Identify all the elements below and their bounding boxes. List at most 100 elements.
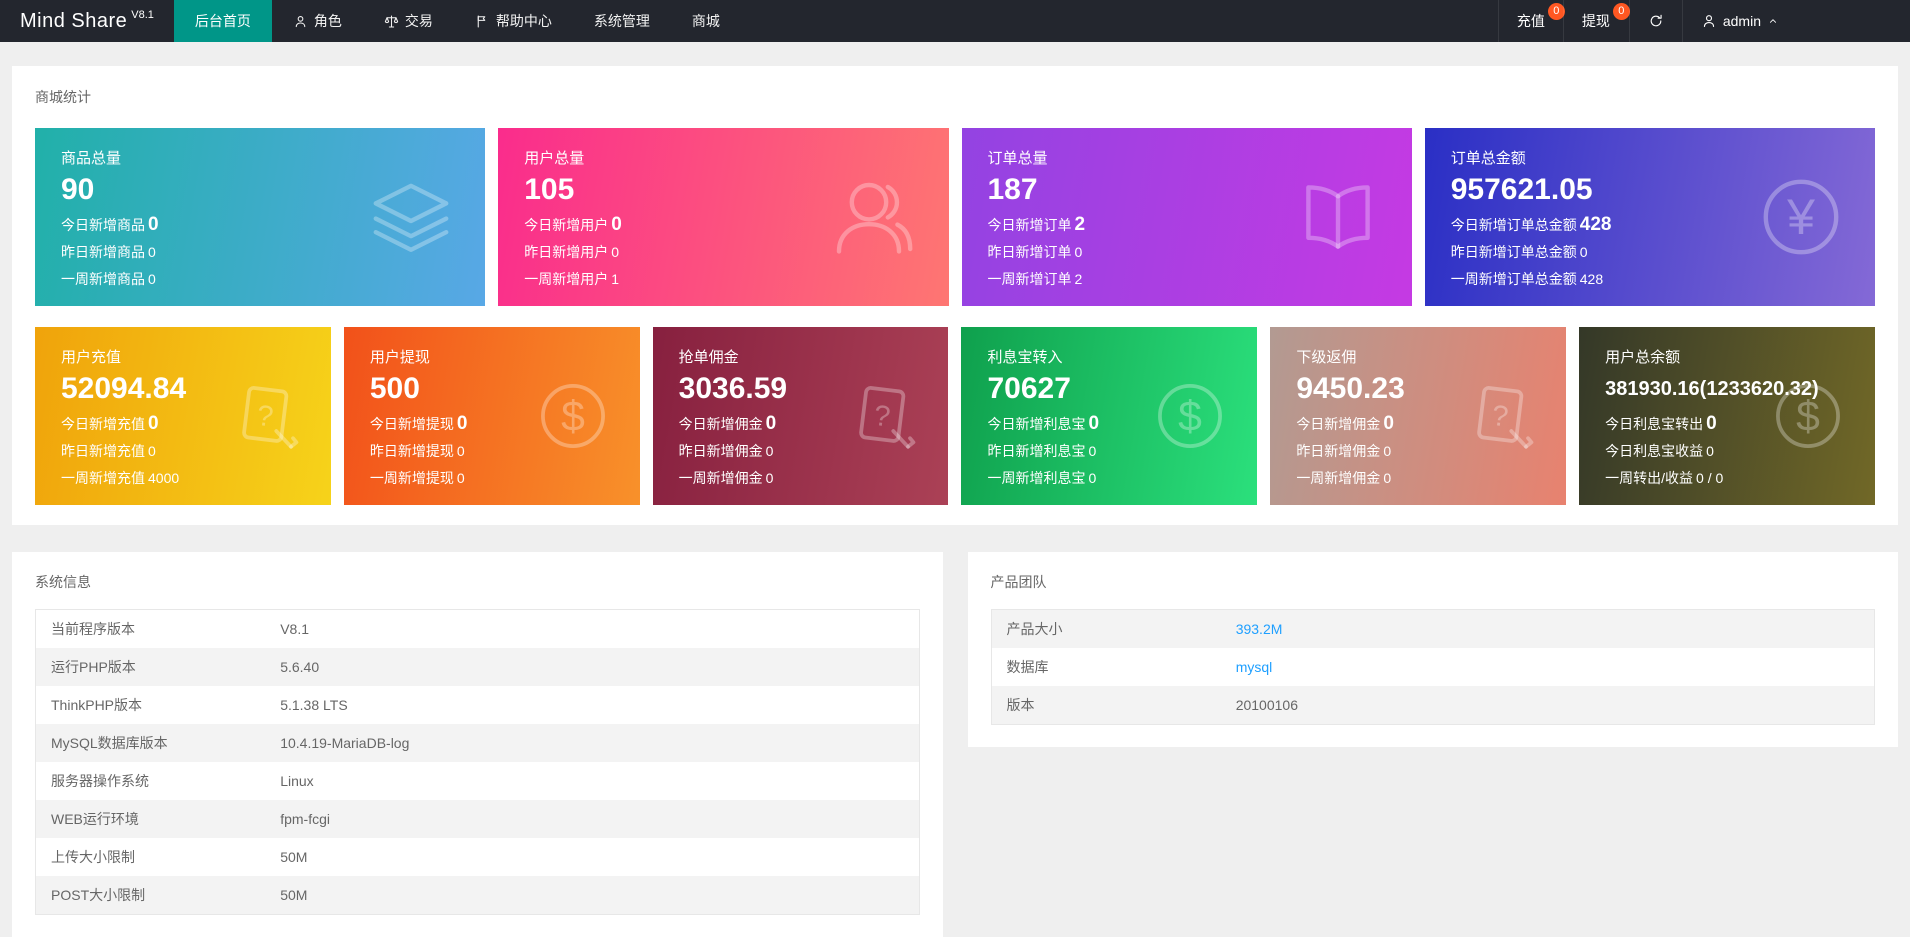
svg-text:?: ? [1490, 400, 1510, 434]
stat-line-label: 一周新增商品 [61, 271, 145, 287]
stat-line-value: 4000 [148, 470, 180, 486]
info-row-value: 10.4.19-MariaDB-log [280, 735, 410, 751]
stat-line-label: 一周转出/收益 [1605, 470, 1694, 486]
stat-line-label: 今日新增佣金 [1296, 416, 1381, 432]
user-menu[interactable]: admin [1681, 0, 1798, 42]
stat-line-value: 428 [1579, 271, 1604, 287]
info-row-value: mysql [1221, 648, 1875, 686]
stat-line-value: 0 [148, 443, 156, 459]
stat-card-title: 商品总量 [61, 150, 122, 167]
svg-text:$: $ [1796, 392, 1820, 440]
stat-line-label: 今日新增提现 [369, 416, 454, 432]
nav-item-6[interactable]: 商城 [671, 0, 741, 42]
nav-item-5[interactable]: 系统管理 [573, 0, 671, 42]
user-icon [295, 15, 306, 27]
stat-line-value: 2 [1074, 271, 1083, 287]
topbar-action-2[interactable]: 提现 0 [1562, 0, 1630, 42]
dollar-circle-icon: $ [1776, 384, 1840, 448]
svg-text:$: $ [1178, 392, 1202, 440]
system-info-row: 当前程序版本 V8.1 [36, 610, 920, 649]
stat-line-label: 一周新增订单 [987, 271, 1072, 287]
stat-card-1-3: 订单总量 187 今日新增订单 2 昨日新增订单 0 一周新增订单 2 [961, 128, 1412, 306]
info-row-label: MySQL数据库版本 [51, 735, 168, 751]
stat-line-label: 昨日新增佣金 [1296, 443, 1381, 459]
user-icon [1703, 15, 1714, 28]
stat-card-2-2: 用户提现 500 今日新增提现 0 昨日新增提现 0 一周新增提现 0 $ [343, 327, 640, 505]
product-team-title: 产品团队 [990, 574, 1047, 590]
doc-question-icon: ? [1477, 386, 1534, 449]
book-icon [1305, 185, 1370, 249]
stat-line-value: 0 [148, 413, 159, 434]
info-value-link[interactable]: 393.2M [1236, 621, 1283, 637]
stat-line-label: 昨日新增订单总金额 [1450, 244, 1577, 260]
stat-line-label: 今日新增用户 [524, 217, 609, 233]
stat-line-value: 0 [1074, 244, 1083, 260]
stat-line-value: 0 [456, 470, 465, 486]
stat-line-value: 0 [148, 244, 156, 260]
stat-card-title: 抢单佣金 [678, 349, 739, 366]
svg-text:?: ? [255, 400, 275, 434]
chevron-up-icon [1769, 19, 1777, 23]
info-row-label: WEB运行环境 [51, 811, 139, 827]
stat-line-label: 一周新增订单总金额 [1450, 271, 1577, 287]
topbar-action-label: 充值 [1516, 13, 1545, 29]
stat-line-value: 1 [611, 271, 620, 287]
stat-card-line: 一周新增利息宝 0 [987, 465, 1257, 492]
mall-stats-panel: 商城统计 商品总量 90 今日新增商品 0 昨日新增商品 0 一周新增商品 0 用户总量 105 今… [12, 66, 1898, 525]
info-row-value: fpm-fcgi [280, 811, 330, 827]
stat-line-label: 一周新增佣金 [678, 470, 763, 486]
system-info-row: 运行PHP版本 5.6.40 [35, 648, 919, 686]
system-info-row: WEB运行环境 fpm-fcgi [35, 800, 919, 838]
stat-line-value: 0 [611, 244, 620, 260]
info-row-label: POST大小限制 [51, 887, 146, 903]
stat-line-value: 0 [765, 470, 774, 486]
svg-text:?: ? [872, 400, 892, 434]
nav-item-1[interactable]: 后台首页 [173, 0, 272, 42]
stat-line-label: 昨日新增佣金 [678, 443, 763, 459]
app-logo: Mind Share V8.1 [0, 0, 174, 42]
info-value-link[interactable]: mysql [1236, 659, 1273, 675]
info-row-value: 50M [280, 849, 308, 865]
top-navbar: Mind Share V8.1 后台首页 角色 交易 帮助中心 系统管理 商城 充值 0 提现… [0, 0, 1910, 42]
notification-badge: 0 [1612, 3, 1630, 20]
mall-stats-title: 商城统计 [35, 89, 91, 105]
nav-item-label: 后台首页 [194, 13, 251, 29]
stat-line-value: 0 [1383, 470, 1392, 486]
nav-item-2[interactable]: 角色 [272, 0, 363, 42]
topbar-action-1[interactable]: 充值 0 [1497, 0, 1565, 42]
stat-card-2-1: 用户充值 52094.84 今日新增充值 0 昨日新增充值 0 一周新增充值 4000? [35, 327, 331, 505]
system-info-row: ThinkPHP版本 5.1.38 LTS [36, 686, 920, 724]
info-row-label: 上传大小限制 [51, 849, 135, 865]
stat-line-label: 今日利息宝转出 [1605, 416, 1704, 432]
info-row-label: 产品大小 [1006, 621, 1063, 637]
product-team-table: 产品大小 393.2M 数据库 mysql 版本 20100106 [990, 609, 1875, 725]
stat-line-label: 昨日新增订单 [987, 244, 1072, 260]
stat-line-value: 0 [765, 443, 774, 459]
flag-icon [477, 14, 486, 28]
system-info-row: MySQL数据库版本 10.4.19-MariaDB-log [35, 724, 919, 762]
stat-card-title: 用户总余额 [1605, 349, 1681, 366]
info-row-label: 数据库 [1006, 659, 1049, 675]
stat-line-label: 今日新增利息宝 [987, 416, 1086, 432]
system-info-panel: 系统信息 当前程序版本 V8.1 运行PHP版本 5.6.40 ThinkPHP版本 5.… [12, 552, 943, 937]
info-row-value: 5.1.38 LTS [280, 697, 348, 713]
stat-card-title: 订单总金额 [1450, 150, 1526, 167]
main-content: 商城统计 商品总量 90 今日新增商品 0 昨日新增商品 0 一周新增商品 0 用户总量 105 今… [0, 66, 1910, 937]
stat-line-value: 0 / 0 [1696, 470, 1724, 486]
info-row-value: 50M [280, 887, 308, 903]
topbar-action-label: 提现 [1581, 13, 1610, 29]
stat-line-value: 0 [148, 214, 159, 235]
info-row-value: 5.6.40 [280, 659, 320, 675]
stat-card-1-4: 订单总金额 957621.05 今日新增订单总金额 428 昨日新增订单总金额 0 一周新增… [1424, 128, 1875, 306]
nav-item-4[interactable]: 帮助中心 [454, 0, 573, 42]
stat-card-title: 用户总量 [524, 150, 585, 167]
info-row-value: V8.1 [280, 621, 310, 637]
refresh-button[interactable] [1628, 0, 1682, 42]
stat-line-value: 0 [148, 271, 156, 287]
system-info-row: POST大小限制 50M [35, 876, 919, 915]
system-info-table: 当前程序版本 V8.1 运行PHP版本 5.6.40 ThinkPHP版本 5.1.38 … [35, 609, 920, 915]
stat-line-label: 今日新增佣金 [678, 416, 763, 432]
nav-item-label: 帮助中心 [495, 13, 552, 29]
nav-item-3[interactable]: 交易 [363, 0, 454, 42]
product-team-panel: 产品团队 产品大小 393.2M 数据库 mysql 版本 20100106 [967, 552, 1898, 747]
